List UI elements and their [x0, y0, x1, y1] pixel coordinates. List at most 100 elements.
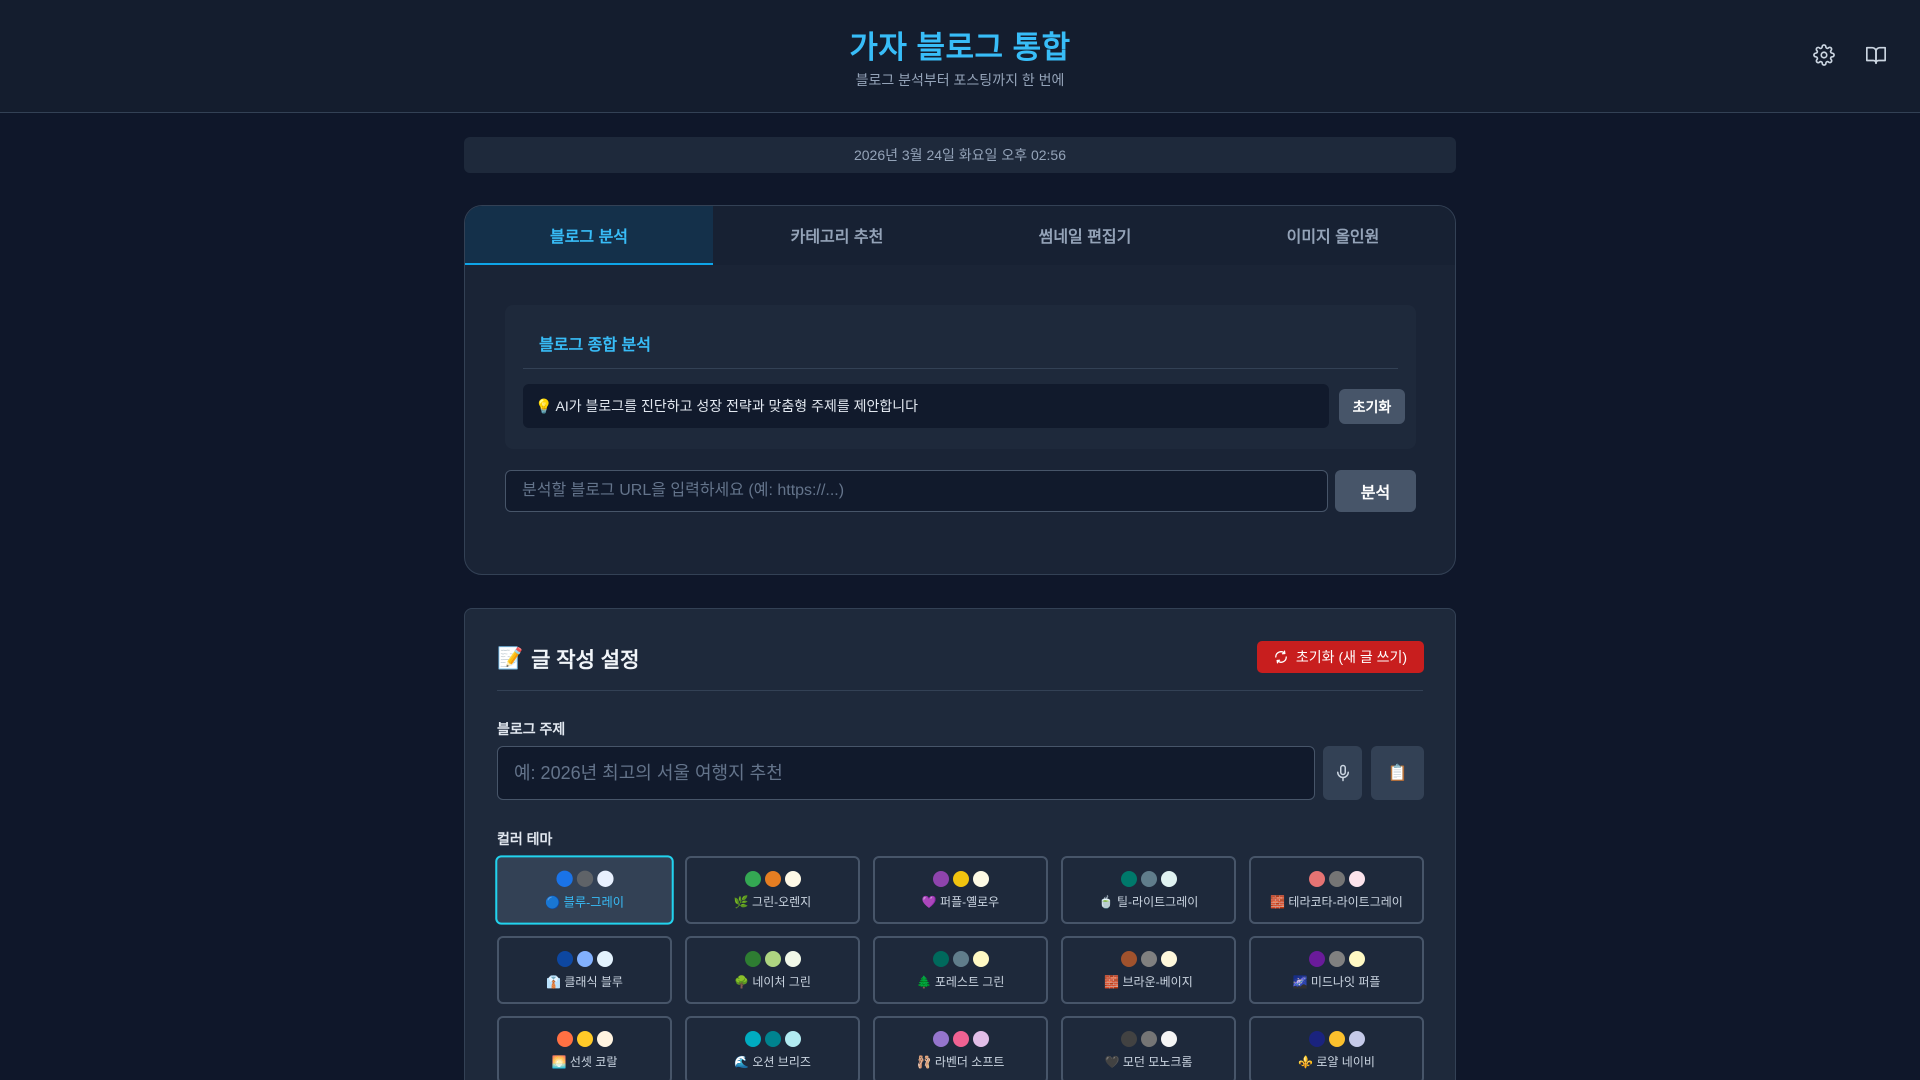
theme-name: 🔵 블루-그레이	[544, 894, 625, 909]
color-swatch	[784, 950, 801, 967]
theme-option[interactable]: 🔵 블루-그레이	[495, 855, 674, 925]
theme-swatches	[555, 870, 614, 887]
datetime-bar: 2026년 3월 24일 화요일 오후 02:56	[464, 137, 1456, 173]
color-theme-grid: 🔵 블루-그레이 🌿 그린-오렌지 💜 퍼플-옐로우 🍵 틸-라이트그레이 🧱 테라코타…	[495, 855, 1424, 1080]
settings-gear-icon[interactable]	[1809, 40, 1839, 70]
analyze-button[interactable]: 분석	[1335, 470, 1416, 512]
theme-name: 🌊 오션 브리즈	[734, 1054, 811, 1069]
theme-option[interactable]: ⚜️ 로얄 네이비	[1249, 1016, 1424, 1080]
color-swatch	[1160, 950, 1177, 967]
color-swatch	[932, 870, 949, 887]
theme-name: 🌌 미드나잇 퍼플	[1292, 974, 1381, 989]
tool-panel: 블로그 분석 카테고리 추천 썸네일 편집기 이미지 올인원 블로그 종합 분석…	[464, 205, 1456, 575]
color-swatch	[1160, 1030, 1177, 1047]
theme-name: 💜 퍼플-옐로우	[921, 894, 1000, 909]
theme-swatches	[932, 950, 989, 967]
theme-swatches	[556, 1030, 613, 1047]
app-title: 가자 블로그 통합	[849, 30, 1071, 65]
theme-swatches	[1120, 1030, 1177, 1047]
theme-option[interactable]: 🌊 오션 브리즈	[685, 1016, 860, 1080]
theme-name: 🖤 모던 모노크롬	[1104, 1054, 1193, 1069]
color-swatch	[764, 870, 781, 887]
color-swatch	[952, 1030, 969, 1047]
refresh-icon	[1275, 650, 1287, 664]
memo-icon: 📝	[497, 647, 524, 670]
color-swatch	[972, 1030, 989, 1047]
theme-name: 🌅 선셋 코랄	[551, 1054, 618, 1069]
theme-option[interactable]: 💜 퍼플-옐로우	[873, 856, 1048, 924]
theme-swatches	[1308, 1030, 1365, 1047]
color-swatch	[1308, 870, 1325, 887]
microphone-icon	[1336, 764, 1349, 782]
theme-option[interactable]: 🍵 틸-라이트그레이	[1061, 856, 1236, 924]
topic-input[interactable]	[497, 746, 1315, 800]
tab-category-recommend[interactable]: 카테고리 추천	[713, 206, 961, 265]
color-swatch	[784, 870, 801, 887]
color-swatch	[576, 1030, 593, 1047]
color-swatch	[596, 870, 614, 887]
settings-title: 📝 글 작성 설정	[497, 644, 639, 674]
color-swatch	[1140, 1030, 1157, 1047]
theme-swatches	[932, 1030, 989, 1047]
theme-option[interactable]: 🌌 미드나잇 퍼플	[1249, 936, 1424, 1004]
color-swatch	[556, 950, 573, 967]
theme-name: 🧱 브라운-베이지	[1104, 974, 1193, 989]
color-swatch	[1308, 950, 1325, 967]
theme-name: 🧱 테라코타-라이트그레이	[1270, 894, 1403, 909]
mic-button[interactable]	[1323, 746, 1362, 800]
color-swatch	[1348, 1030, 1365, 1047]
app-subtitle: 블로그 분석부터 포스팅까지 한 번에	[855, 72, 1065, 88]
theme-option[interactable]: 🩰 라벤더 소프트	[873, 1016, 1048, 1080]
color-swatch	[596, 1030, 613, 1047]
theme-name: 🍵 틸-라이트그레이	[1098, 894, 1199, 909]
theme-option[interactable]: 🖤 모던 모노크롬	[1061, 1016, 1236, 1080]
color-swatch	[1160, 870, 1177, 887]
theme-swatches	[744, 1030, 801, 1047]
theme-option[interactable]: 👔 클래식 블루	[497, 936, 672, 1004]
color-swatch	[596, 950, 613, 967]
theme-option[interactable]: 🧱 테라코타-라이트그레이	[1249, 856, 1424, 924]
color-swatch	[1120, 870, 1137, 887]
theme-option[interactable]: 🌅 선셋 코랄	[497, 1016, 672, 1080]
theme-option[interactable]: 🧱 브라운-베이지	[1061, 936, 1236, 1004]
color-swatch	[576, 870, 593, 887]
blog-url-input[interactable]	[505, 470, 1328, 512]
writing-settings-panel: 📝 글 작성 설정 초기화 (새 글 쓰기) 블로그 주제 📋 컬러 테마 🔵 …	[464, 608, 1456, 1080]
theme-swatches	[1120, 950, 1177, 967]
theme-option[interactable]: 🌿 그린-오렌지	[685, 856, 860, 924]
tab-image-allinone[interactable]: 이미지 올인원	[1209, 206, 1455, 265]
color-swatch	[1140, 870, 1157, 887]
color-swatch	[744, 950, 761, 967]
color-swatch	[932, 950, 949, 967]
theme-swatches	[556, 950, 613, 967]
topic-label: 블로그 주제	[497, 721, 566, 737]
color-swatch	[744, 1030, 761, 1047]
reset-new-post-button[interactable]: 초기화 (새 글 쓰기)	[1257, 641, 1424, 673]
clipboard-button[interactable]: 📋	[1371, 746, 1424, 800]
theme-name: 🩰 라벤더 소프트	[916, 1054, 1005, 1069]
color-swatch	[932, 1030, 949, 1047]
color-swatch	[1348, 950, 1365, 967]
analysis-reset-button[interactable]: 초기화	[1339, 389, 1405, 424]
color-swatch	[556, 1030, 573, 1047]
theme-option[interactable]: 🌳 네이처 그린	[685, 936, 860, 1004]
theme-swatches	[932, 870, 989, 887]
tab-thumbnail-editor[interactable]: 썸네일 편집기	[961, 206, 1209, 265]
theme-name: 🌿 그린-오렌지	[733, 894, 812, 909]
color-swatch	[972, 870, 989, 887]
divider	[497, 690, 1423, 691]
theme-swatches	[744, 870, 801, 887]
theme-swatches	[744, 950, 801, 967]
tab-blog-analysis[interactable]: 블로그 분석	[465, 206, 713, 265]
color-swatch	[952, 870, 969, 887]
color-swatch	[1328, 870, 1345, 887]
tab-bar: 블로그 분석 카테고리 추천 썸네일 편집기 이미지 올인원	[465, 206, 1455, 265]
color-swatch	[764, 950, 781, 967]
theme-option[interactable]: 🌲 포레스트 그린	[873, 936, 1048, 1004]
color-swatch	[784, 1030, 801, 1047]
theme-swatches	[1308, 870, 1365, 887]
theme-name: ⚜️ 로얄 네이비	[1298, 1054, 1375, 1069]
color-swatch	[1120, 1030, 1137, 1047]
color-swatch	[1140, 950, 1157, 967]
book-open-icon[interactable]	[1861, 40, 1891, 70]
